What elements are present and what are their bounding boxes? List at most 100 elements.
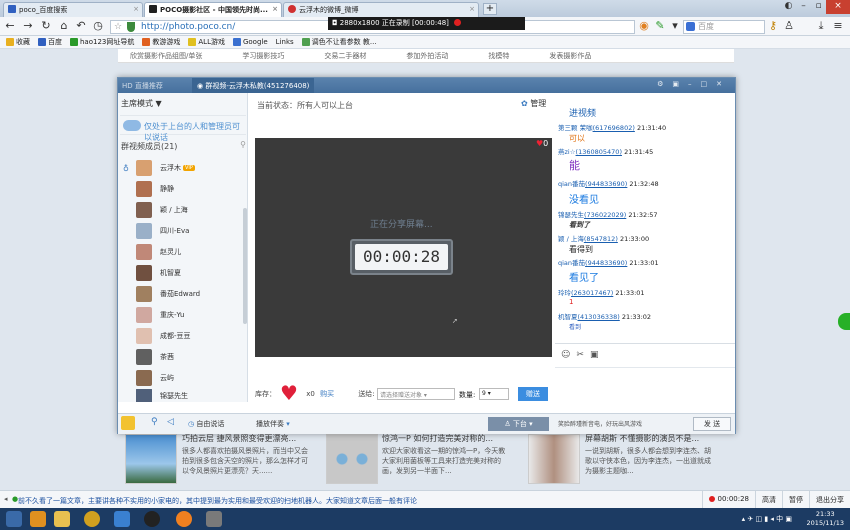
avatar[interactable]: [121, 416, 135, 430]
tab-poco[interactable]: POCO摄影社区 - 中国领先时尚... ×: [144, 2, 282, 17]
live-recommend-tab[interactable]: HD 直播推荐: [122, 81, 163, 91]
side-widget-icon[interactable]: [838, 313, 850, 330]
skin-icon[interactable]: ◐: [781, 0, 796, 14]
recipient-select[interactable]: 请选择赠送对象 ▾: [377, 388, 455, 400]
speaker-icon[interactable]: ◁: [167, 417, 174, 427]
chat-user-id[interactable]: (944833690): [585, 180, 627, 188]
ad-text[interactable]: 笑脸醉瑾新音电，好玩出风游戏: [558, 419, 642, 428]
chat-user[interactable]: 第三颗 茉咖: [558, 124, 593, 132]
chat-user[interactable]: 颖 / 上海: [558, 235, 584, 243]
image-icon[interactable]: ▣: [590, 350, 605, 360]
bookmark-games[interactable]: 教游游戏: [142, 37, 180, 47]
chat-user-id[interactable]: (8547812): [584, 235, 618, 243]
article-title[interactable]: 屏幕胡斯 不懂摄影的演员不是...: [585, 434, 715, 444]
close-icon[interactable]: ×: [272, 5, 278, 13]
chat-user-id[interactable]: (263017467): [571, 289, 613, 297]
scissors-icon[interactable]: ✂: [576, 350, 590, 360]
app-icon[interactable]: [114, 511, 130, 527]
window-controls[interactable]: ⚙▣–□✕: [657, 80, 731, 88]
member-item[interactable]: 机智夏: [136, 263, 244, 283]
member-item[interactable]: 四川-Eva: [136, 221, 244, 241]
home-icon[interactable]: ⌂: [58, 20, 70, 32]
clock[interactable]: 21:33 2015/11/13: [807, 510, 844, 528]
bookmark-all-games[interactable]: ALL游戏: [188, 37, 225, 47]
ime-indicator[interactable]: 中: [776, 515, 783, 523]
room-title-tab[interactable]: ◉ 群视频-云浮木私教(451276408): [192, 78, 315, 93]
member-item[interactable]: 颖 / 上海: [136, 200, 244, 220]
new-tab-button[interactable]: +: [483, 3, 497, 15]
minimize-icon[interactable]: –: [796, 0, 811, 14]
chat-input[interactable]: [555, 367, 735, 412]
user-icon[interactable]: ♙: [783, 20, 795, 32]
undo-icon[interactable]: ↶: [75, 20, 87, 32]
nav-arrow-icon[interactable]: ◂: [4, 495, 8, 503]
tab-baidu[interactable]: poco_百度搜索 ×: [3, 2, 143, 17]
dropdown-icon[interactable]: ▾: [669, 20, 681, 32]
gift-heart-icon[interactable]: ♥: [280, 383, 298, 403]
qq-icon[interactable]: [144, 511, 160, 527]
bookmark-star-icon[interactable]: ☆: [114, 21, 122, 33]
tab-weibo[interactable]: 云浮木的微博_微博 ×: [283, 2, 479, 17]
bookmark-links[interactable]: Links: [276, 38, 294, 46]
back-icon[interactable]: ←: [4, 20, 16, 32]
member-item[interactable]: 番茄Edward: [136, 284, 244, 304]
bookmark-favorites[interactable]: 收藏: [6, 37, 30, 47]
member-item[interactable]: 成都-豆豆: [136, 326, 244, 346]
bookmark-baidu[interactable]: 百度: [38, 37, 62, 47]
history-icon[interactable]: ◷: [92, 20, 104, 32]
member-scrollbar[interactable]: [243, 208, 247, 324]
chat-user[interactable]: 机智夏: [558, 313, 578, 321]
article-thumbnail[interactable]: [125, 434, 177, 484]
chat-user[interactable]: 玲玲: [558, 289, 571, 297]
app-icon[interactable]: [206, 511, 222, 527]
pause-button[interactable]: 暂停: [782, 491, 809, 509]
member-item[interactable]: 茶茜: [136, 347, 244, 367]
stop-record-icon[interactable]: [454, 19, 462, 26]
article-title[interactable]: 惊鸿一P 如何打造完美对称的...: [382, 434, 512, 444]
forward-icon[interactable]: →: [22, 20, 34, 32]
manage-button[interactable]: ✿ 管理: [521, 98, 546, 109]
article-thumbnail[interactable]: [528, 434, 580, 484]
browser-icon[interactable]: [176, 511, 192, 527]
search-icon[interactable]: ⚲: [240, 140, 246, 149]
close-icon[interactable]: ×: [469, 5, 475, 13]
bookmark-google[interactable]: Google: [232, 38, 268, 46]
search-input[interactable]: 百度: [683, 20, 765, 34]
member-item[interactable]: 静静: [136, 179, 244, 199]
article-thumbnail[interactable]: [326, 434, 378, 484]
start-icon[interactable]: [6, 511, 22, 527]
emoji-icon[interactable]: ☺: [561, 350, 576, 360]
app-icon[interactable]: [30, 511, 46, 527]
chat-user-id[interactable]: (944833690): [585, 259, 627, 267]
member-item[interactable]: 赵灵儿: [136, 242, 244, 262]
chat-user[interactable]: qian番茄: [558, 180, 585, 188]
member-item[interactable]: 云浮木 VIP: [136, 158, 244, 178]
bookmark-color[interactable]: 调色不让看参数 教...: [301, 37, 377, 47]
close-window-icon[interactable]: ×: [826, 0, 850, 14]
chat-user-id[interactable]: (413036338): [578, 313, 620, 321]
site-nav-item[interactable]: 发表摄影作品: [549, 49, 591, 62]
exit-share-button[interactable]: 退出分享: [809, 491, 850, 509]
news-ticker[interactable]: 前不久看了一篇文章，主要讲各种不实用的小家电的，其中提到最为实用和最受欢迎的扫地…: [18, 496, 418, 506]
mic-icon[interactable]: ⚲: [151, 417, 158, 427]
give-button[interactable]: 赠送: [518, 387, 548, 401]
folder-icon[interactable]: [54, 511, 70, 527]
send-button[interactable]: 发 送: [693, 417, 731, 431]
chat-user-id[interactable]: (617696802): [593, 124, 635, 132]
buy-link[interactable]: 购买: [320, 390, 334, 398]
maximize-icon[interactable]: ▫: [811, 0, 826, 14]
site-nav-item[interactable]: 参加外拍活动: [406, 49, 448, 62]
mode-dropdown[interactable]: 主席模式 ▼: [121, 98, 162, 109]
rss-icon[interactable]: ◉: [638, 20, 650, 32]
chat-user[interactable]: qian番茄: [558, 259, 585, 267]
chat-user[interactable]: 燕zi☆: [558, 148, 576, 156]
extension-icon[interactable]: ✎: [654, 20, 666, 32]
close-icon[interactable]: ×: [133, 5, 139, 13]
site-nav-item[interactable]: 欣赏摄影作品组图/单张: [130, 49, 202, 62]
hd-button[interactable]: 高清: [755, 491, 782, 509]
leave-stage-button[interactable]: ♙ 下台 ▾: [488, 417, 549, 431]
member-item[interactable]: 云屿: [136, 368, 244, 388]
chat-user-id[interactable]: (1360805470): [576, 148, 622, 156]
bookmark-hao123[interactable]: hao123网址导航: [70, 37, 134, 47]
qty-select[interactable]: 9 ▾: [479, 388, 509, 400]
